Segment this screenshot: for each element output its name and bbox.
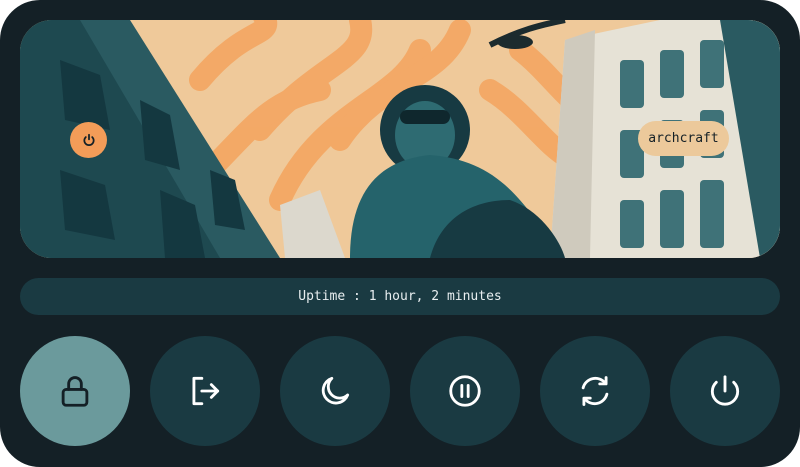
suspend-button[interactable] [280, 336, 390, 446]
power-icon [70, 122, 107, 158]
hibernate-button[interactable] [410, 336, 520, 446]
power-icon [710, 375, 740, 406]
pause-icon [449, 375, 481, 407]
logout-icon [192, 376, 220, 406]
shutdown-button[interactable] [670, 336, 780, 446]
reboot-button[interactable] [540, 336, 650, 446]
reboot-icon [581, 376, 609, 406]
lock-button[interactable] [20, 336, 130, 446]
moon-icon [321, 376, 350, 405]
hostname-pill: archcraft [638, 121, 729, 156]
powermenu-window: archcraft Uptime : 1 hour, 2 minutes [0, 0, 800, 467]
logout-button[interactable] [150, 336, 260, 446]
uptime-bar: Uptime : 1 hour, 2 minutes [20, 278, 780, 315]
action-buttons [20, 336, 780, 446]
lock-icon [61, 376, 89, 407]
